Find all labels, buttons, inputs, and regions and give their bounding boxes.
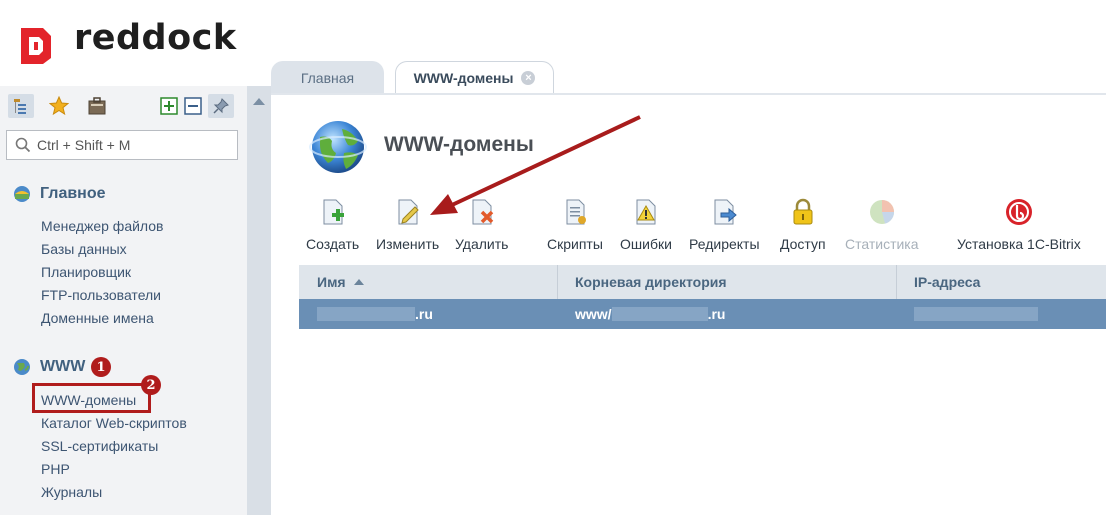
pin-button[interactable]	[208, 94, 234, 118]
tree-icon	[14, 99, 26, 114]
pin-icon	[213, 98, 229, 114]
tab-main[interactable]: Главная	[271, 61, 384, 94]
errors-button[interactable]: Ошибки	[620, 196, 672, 252]
reddock-logo-icon	[21, 28, 51, 64]
sidebar-toolbar	[8, 94, 238, 118]
search-icon	[15, 137, 31, 153]
favorites-button[interactable]	[46, 94, 72, 118]
nav-file-manager[interactable]: Менеджер файлов	[41, 218, 164, 234]
redirects-icon	[714, 199, 738, 225]
edit-icon	[398, 199, 419, 225]
sort-asc-icon	[353, 279, 364, 285]
home-globe-icon	[14, 186, 30, 202]
sidebar-search[interactable]	[6, 130, 238, 160]
create-icon	[323, 199, 344, 225]
star-icon	[49, 96, 69, 116]
expand-all-button[interactable]	[156, 94, 182, 118]
access-button[interactable]: Доступ	[780, 196, 826, 252]
cell-root-directory: www/ .ru	[575, 306, 726, 322]
collapse-all-button[interactable]	[180, 94, 206, 118]
sidebar-collapse-strip[interactable]	[247, 86, 271, 515]
redirects-button[interactable]: Редиректы	[689, 196, 760, 252]
cell-name: .ru	[317, 299, 433, 329]
redacted-text	[611, 307, 708, 321]
column-divider[interactable]	[896, 265, 897, 299]
page-title: WWW-домены	[384, 133, 534, 156]
statistics-button[interactable]: Статистика	[845, 196, 919, 252]
errors-icon	[636, 199, 656, 225]
pie-chart-icon	[869, 200, 894, 224]
nav-web-scripts-catalog[interactable]: Каталог Web-скриптов	[41, 415, 187, 431]
cell-ip	[914, 299, 1038, 329]
brand-logo	[17, 24, 55, 66]
annotation-badge-2: 2	[141, 375, 161, 395]
sidebar: Главное Менеджер файлов Базы данных План…	[0, 86, 247, 515]
column-ip-addresses[interactable]: IP-адреса	[914, 265, 980, 299]
edit-button[interactable]: Изменить	[376, 196, 439, 252]
tab-www-domains[interactable]: WWW-домены ×	[395, 61, 554, 94]
minus-box-icon	[184, 97, 202, 115]
column-divider[interactable]	[557, 265, 558, 299]
nav-domain-names[interactable]: Доменные имена	[41, 310, 154, 326]
globe-icon	[14, 359, 30, 375]
globe-large-icon	[308, 117, 368, 182]
delete-icon	[472, 199, 493, 225]
nav-logs[interactable]: Журналы	[41, 484, 102, 500]
nav-ftp-users[interactable]: FTP-пользователи	[41, 287, 161, 303]
lock-icon	[793, 198, 813, 225]
create-button[interactable]: Создать	[306, 196, 359, 252]
nav-scheduler[interactable]: Планировщик	[41, 264, 131, 280]
annotation-badge-1: 1	[91, 357, 111, 377]
section-main[interactable]: Главное	[12, 184, 106, 204]
nav-databases[interactable]: Базы данных	[41, 241, 127, 257]
bitrix-icon	[1005, 199, 1032, 225]
table-header: Имя Корневая директория IP-адреса	[299, 265, 1106, 299]
scripts-icon	[566, 199, 586, 225]
table-row[interactable]: .ru www/ .ru	[299, 299, 1106, 329]
nav-ssl-certificates[interactable]: SSL-сертификаты	[41, 438, 158, 454]
nav-php[interactable]: PHP	[41, 461, 70, 477]
scripts-button[interactable]: Скрипты	[547, 196, 603, 252]
plus-box-icon	[160, 97, 178, 115]
close-icon[interactable]: ×	[521, 71, 536, 85]
annotation-highlight	[32, 383, 151, 413]
delete-button[interactable]: Удалить	[455, 196, 508, 252]
briefcase-icon	[88, 97, 106, 115]
column-root-directory[interactable]: Корневая директория	[575, 265, 727, 299]
tree-view-button[interactable]	[8, 94, 34, 118]
brand-name: reddock	[74, 18, 237, 58]
redacted-text	[914, 307, 1038, 321]
install-bitrix-button[interactable]: Установка 1С-Bitrix	[957, 196, 1081, 252]
redacted-text	[317, 307, 415, 321]
scroll-up-icon[interactable]	[253, 98, 265, 105]
clipboard-button[interactable]	[84, 94, 110, 118]
search-input[interactable]	[37, 137, 227, 153]
section-www[interactable]: WWW	[12, 357, 85, 377]
tab-divider	[271, 93, 1106, 95]
column-name[interactable]: Имя	[317, 265, 364, 299]
